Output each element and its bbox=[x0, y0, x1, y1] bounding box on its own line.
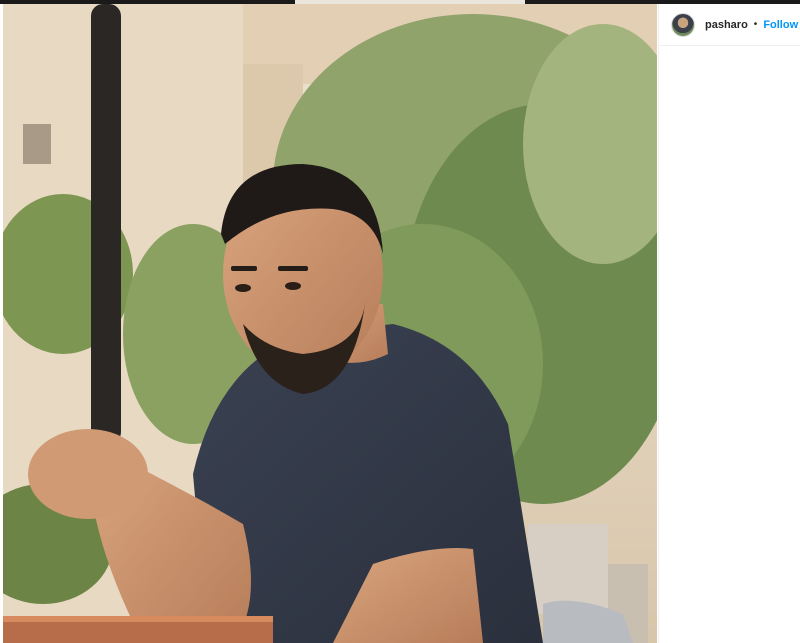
profile-avatar[interactable] bbox=[671, 12, 695, 37]
post-photo[interactable] bbox=[3, 4, 657, 643]
post-photo-illustration bbox=[3, 4, 657, 643]
follow-button[interactable]: Follow bbox=[763, 19, 798, 31]
post-side-panel: pasharo • Follow bbox=[658, 4, 800, 643]
post-header: pasharo • Follow bbox=[659, 4, 800, 46]
separator-dot: • bbox=[753, 19, 758, 30]
username-link[interactable]: pasharo bbox=[705, 19, 748, 31]
